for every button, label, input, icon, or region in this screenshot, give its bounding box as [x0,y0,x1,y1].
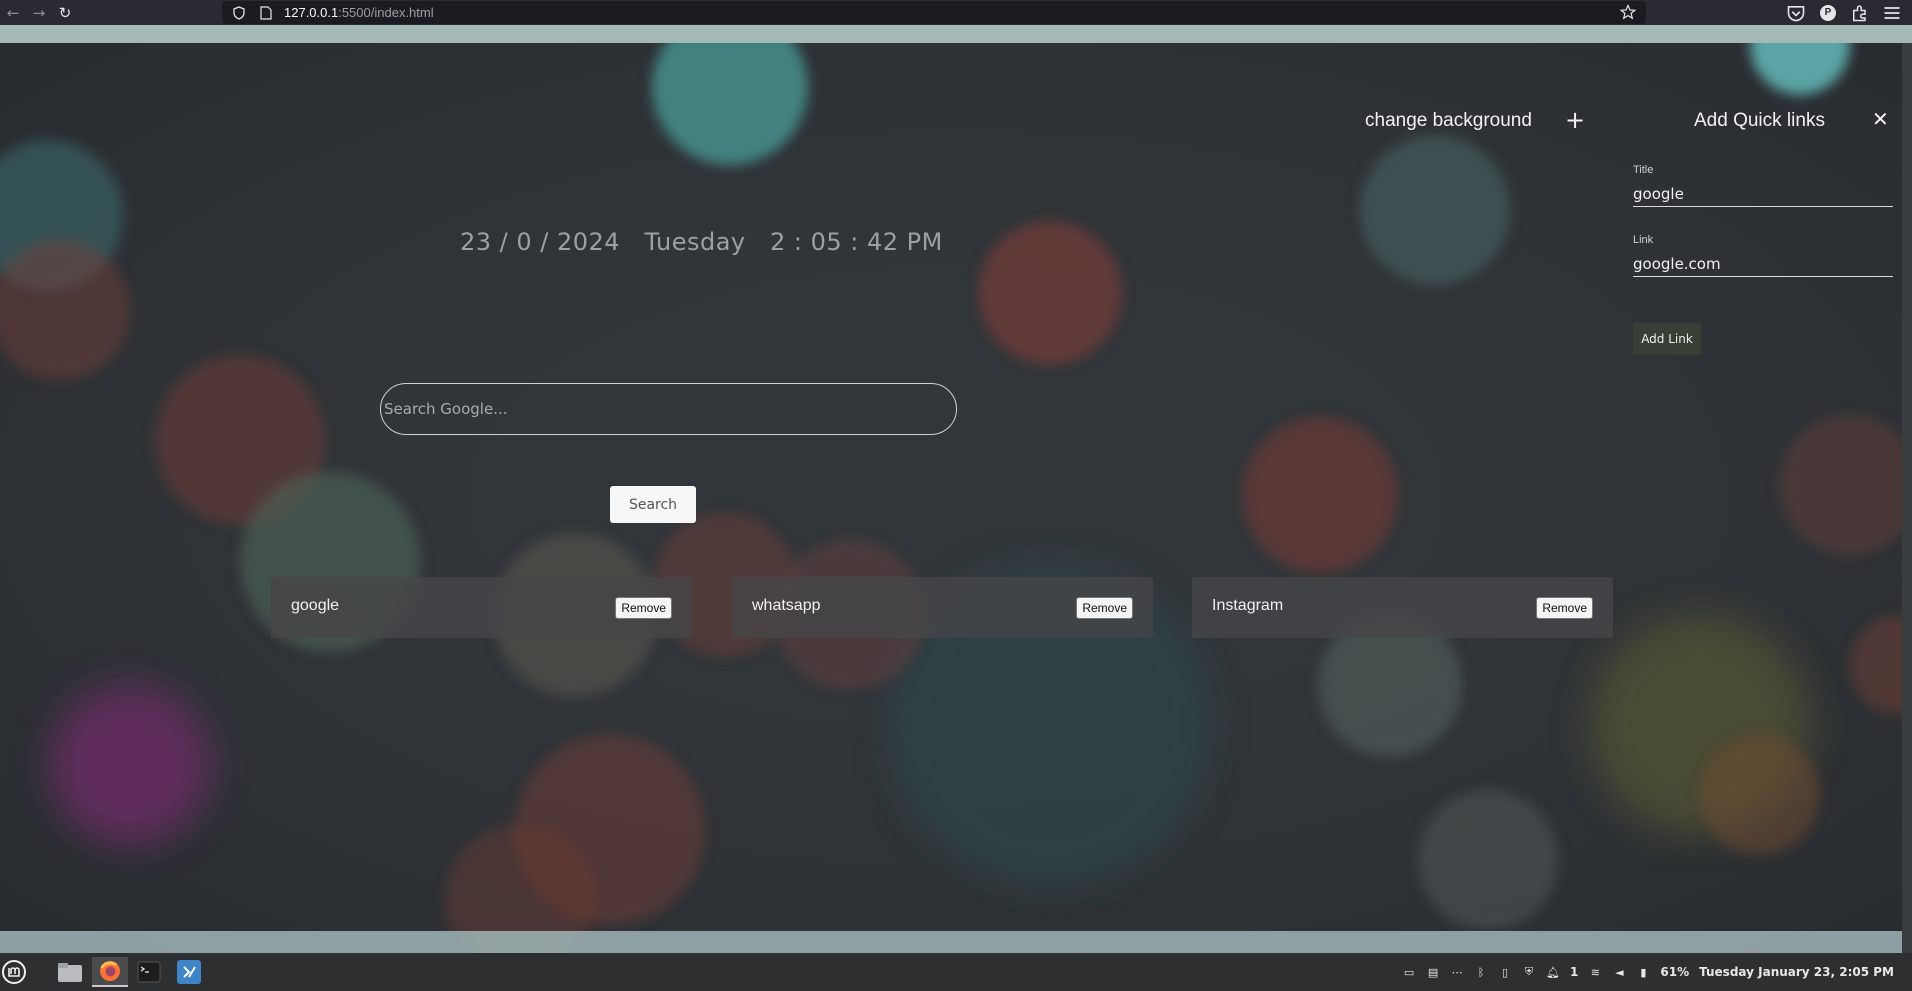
firefox-icon[interactable] [92,957,128,987]
system-tray: ▭ ▤ ⋯ ᛒ ▯ ⛨ 🔔︎ 1 ≋ ◄ ▮ 61% Tuesday Janua… [1402,953,1894,991]
page-icon [260,5,272,20]
notes-icon[interactable]: ▭ [1402,965,1416,979]
bokeh-background-image [0,25,1912,953]
notification-icon[interactable]: 🔔︎ [1546,965,1560,979]
vscode-icon[interactable] [171,957,207,987]
shield-update-icon[interactable]: ⛨ [1522,965,1536,979]
quick-link-card[interactable]: google Remove [271,577,692,638]
account-avatar: P [1820,4,1836,21]
clipboard-icon[interactable]: ▯ [1498,965,1512,979]
remove-button[interactable]: Remove [1076,597,1133,619]
search-input[interactable] [380,383,957,435]
browser-toolbar: ← → ↻ 127.0.0.1:5500/index.html P [0,0,1912,25]
link-label: Link [1633,234,1654,246]
quick-link-card[interactable]: Instagram Remove [1192,577,1613,638]
bookmark-star-icon[interactable] [1620,4,1636,20]
search-button[interactable]: Search [610,486,696,523]
menu-icon[interactable] [1882,3,1902,23]
title-field[interactable] [1633,181,1893,207]
add-link-button[interactable]: Add Link [1633,323,1701,355]
taskbar: ▭ ▤ ⋯ ᛒ ▯ ⛨ 🔔︎ 1 ≋ ◄ ▮ 61% Tuesday Janua… [0,953,1912,991]
clock[interactable]: Tuesday January 23, 2:05 PM [1699,965,1894,979]
wifi-icon[interactable]: ≋ [1588,965,1602,979]
more-icon[interactable]: ⋯ [1450,965,1464,979]
volume-icon[interactable]: ◄ [1612,965,1626,979]
remove-button[interactable]: Remove [615,597,672,619]
toolbar-actions: P [1786,0,1902,25]
extensions-icon[interactable] [1850,3,1870,23]
title-label: Title [1633,164,1654,176]
quick-link-card[interactable]: whatsapp Remove [732,577,1153,638]
bluetooth-icon[interactable]: ᛒ [1474,965,1488,979]
remove-button[interactable]: Remove [1536,597,1593,619]
url-path: :5500/index.html [338,5,434,20]
reload-icon[interactable]: ↻ [52,0,78,25]
terminal-icon[interactable] [131,957,167,987]
mint-menu-icon[interactable] [0,957,32,987]
file-manager-icon[interactable] [52,957,88,987]
notification-count: 1 [1570,965,1579,979]
back-icon[interactable]: ← [0,0,26,25]
address-bar[interactable]: 127.0.0.1:5500/index.html [222,1,1646,24]
link-field[interactable] [1633,251,1893,277]
page-scrollbar[interactable] [1902,43,1912,953]
battery-percentage: 61% [1660,965,1690,979]
url-host: 127.0.0.1 [284,5,339,20]
shield-icon[interactable] [232,5,246,20]
quick-link-title[interactable]: google [291,597,339,615]
pocket-icon[interactable] [1786,3,1806,23]
url-text[interactable]: 127.0.0.1:5500/index.html [284,5,434,20]
quick-link-title[interactable]: whatsapp [752,597,821,615]
close-icon[interactable]: ✕ [1872,108,1889,130]
quick-link-title[interactable]: Instagram [1212,597,1283,615]
page-viewport: 23 / 0 / 2024 Tuesday 2 : 05 : 42 PM Sea… [0,25,1912,953]
display-icon[interactable]: ▤ [1426,965,1440,979]
forward-icon[interactable]: → [26,0,52,25]
change-background-label[interactable]: change background [1365,110,1532,132]
battery-icon[interactable]: ▮ [1636,965,1650,979]
date-time-display: 23 / 0 / 2024 Tuesday 2 : 05 : 42 PM [460,228,943,256]
account-icon[interactable]: P [1818,3,1838,23]
add-quick-links-title: Add Quick links [1694,110,1825,131]
plus-icon[interactable]: + [1565,108,1585,132]
